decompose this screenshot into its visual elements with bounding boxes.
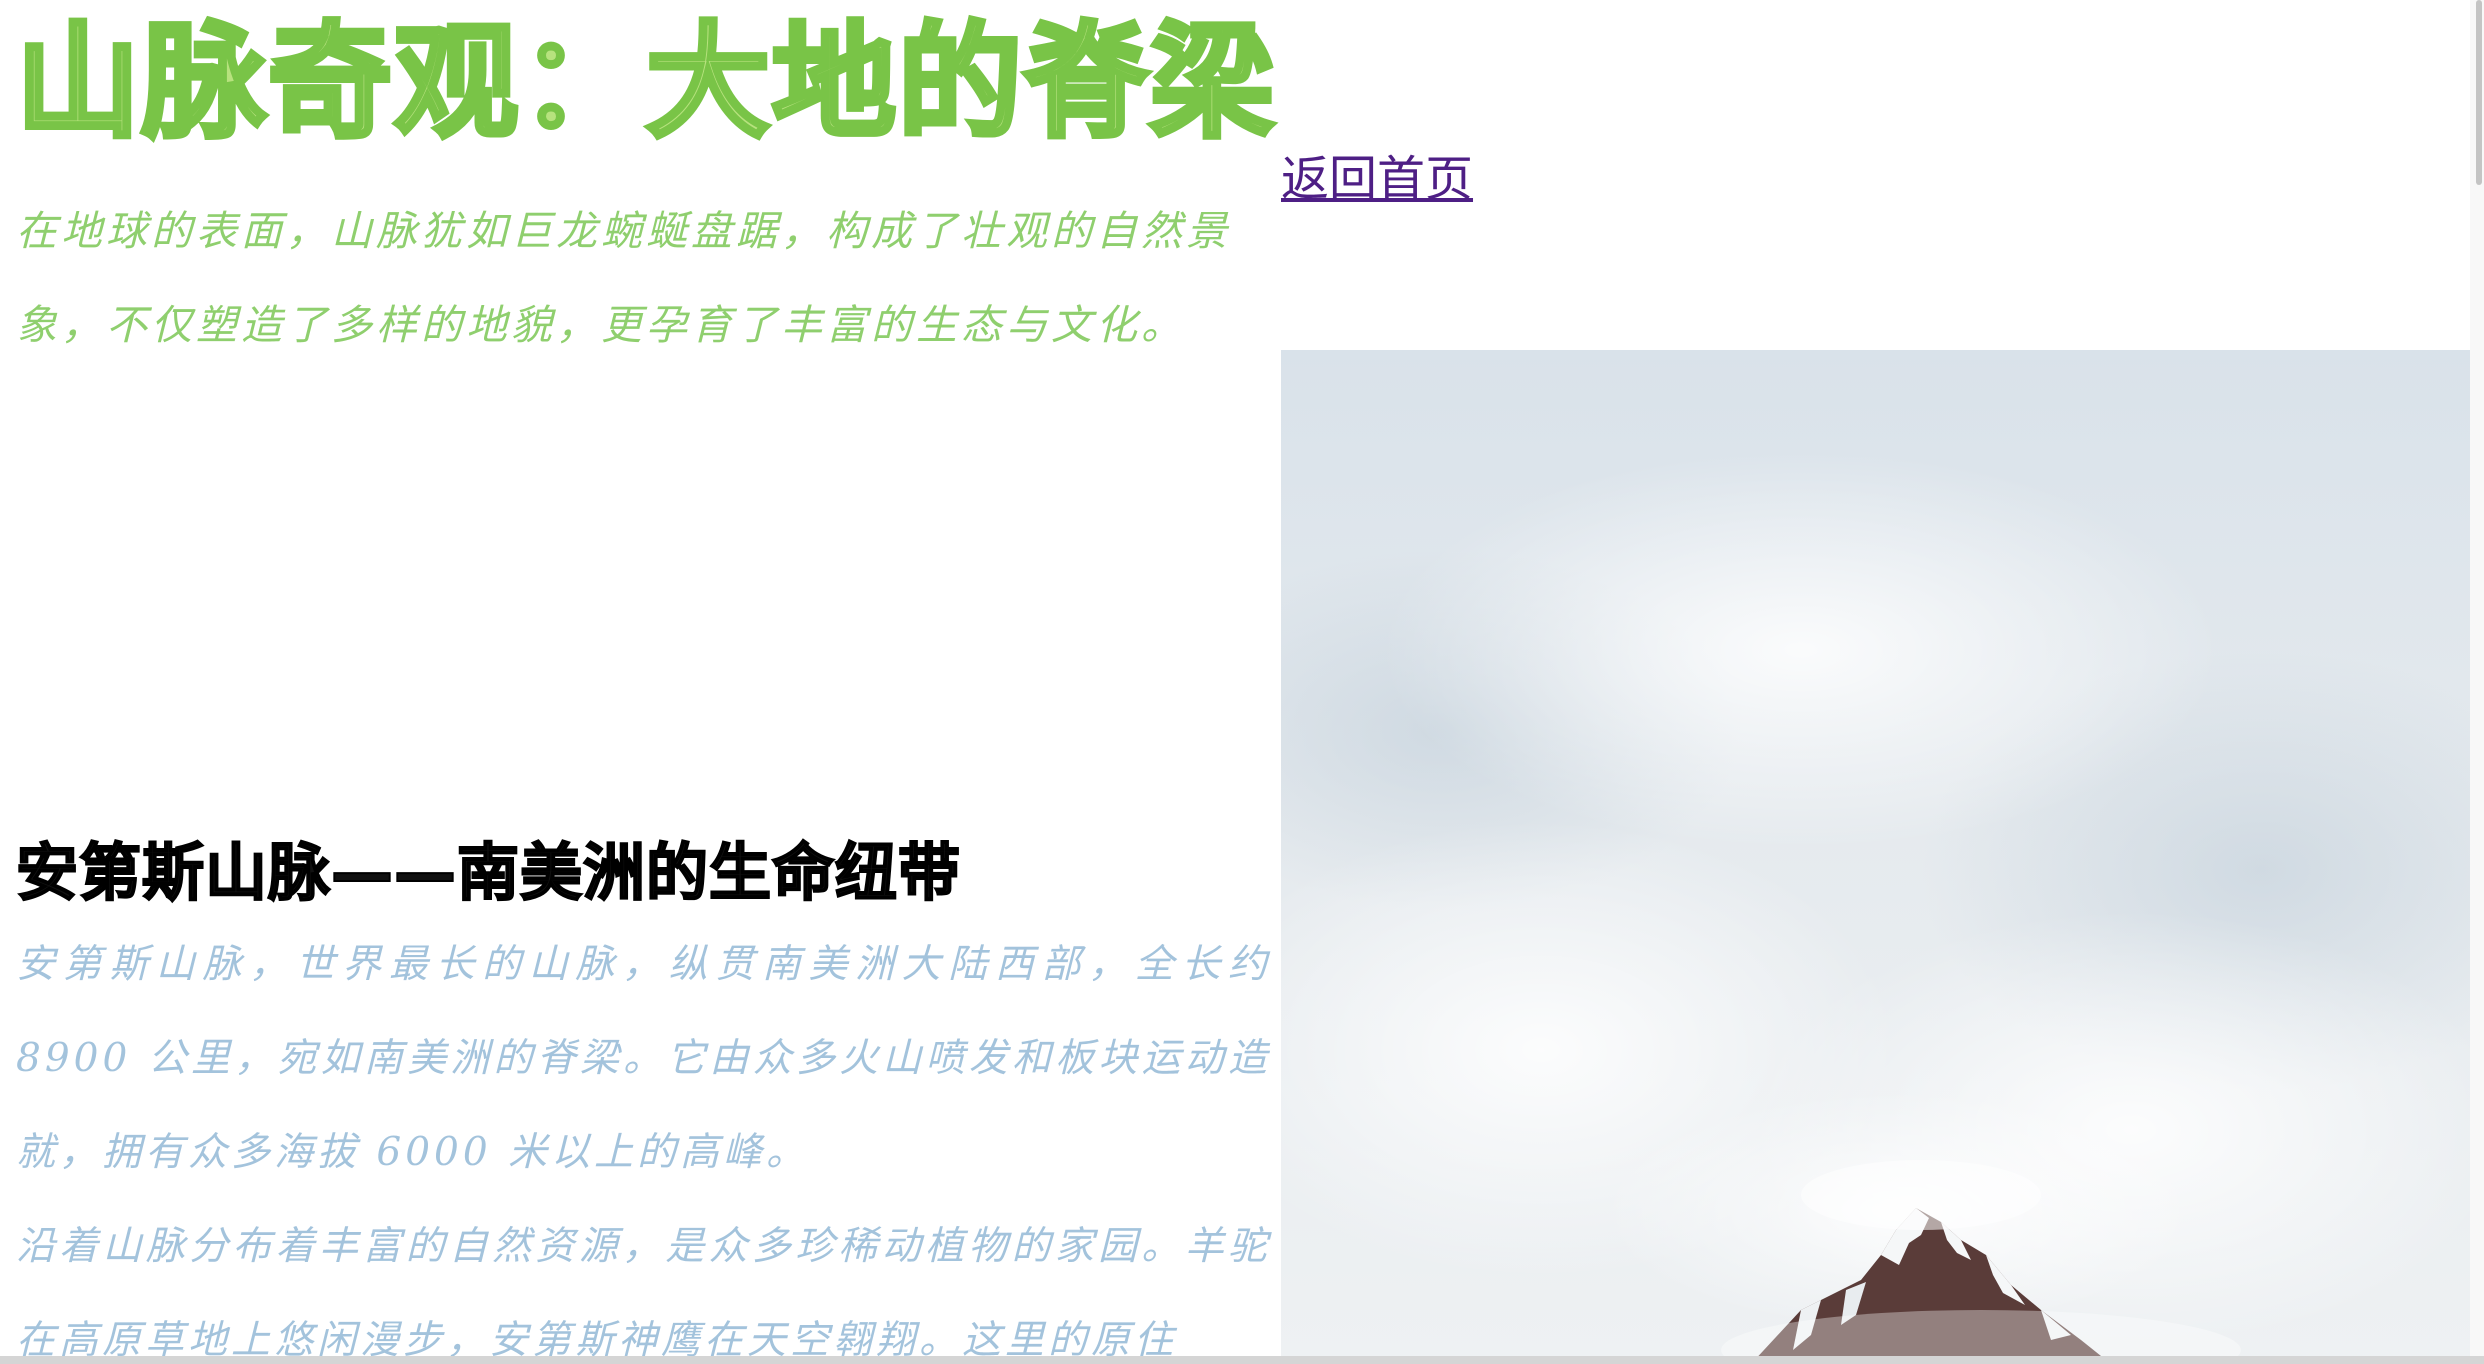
hero-image [1281,350,2484,1364]
intro-paragraph: 在地球的表面，山脉犹如巨龙蜿蜒盘踞，构成了壮观的自然景象，不仅塑造了多样的地貌，… [16,207,1231,349]
section-body: 安第斯山脉，世界最长的山脉，纵贯南美洲大陆西部，全长约 8900 公里，宛如南美… [16,918,1271,1364]
content-column: 山脉奇观：大地的脊梁 在地球的表面，山脉犹如巨龙蜿蜒盘踞，构成了壮观的自然景象，… [14,0,1277,1364]
vertical-scrollbar[interactable] [2470,0,2484,1364]
section-paragraph: 沿着山脉分布着丰富的自然资源，是众多珍稀动植物的家园。羊驼在高原草地上悠闲漫步，… [16,1224,1271,1363]
mountain-fog-illustration [1281,350,2484,1364]
section-heading: 安第斯山脉——南美洲的生命纽带 [15,835,962,910]
scrollbar-thumb[interactable] [2476,0,2482,185]
section-paragraph: 安第斯山脉，世界最长的山脉，纵贯南美洲大陆西部，全长约 8900 公里，宛如南美… [16,942,1271,1175]
horizontal-scrollbar[interactable] [0,1356,2484,1364]
page: 山脉奇观：大地的脊梁 在地球的表面，山脉犹如巨龙蜿蜒盘踞，构成了壮观的自然景象，… [0,0,2484,1364]
page-title: 山脉奇观：大地的脊梁 [14,9,1277,158]
back-home-link[interactable]: 返回首页 [1281,148,1473,212]
